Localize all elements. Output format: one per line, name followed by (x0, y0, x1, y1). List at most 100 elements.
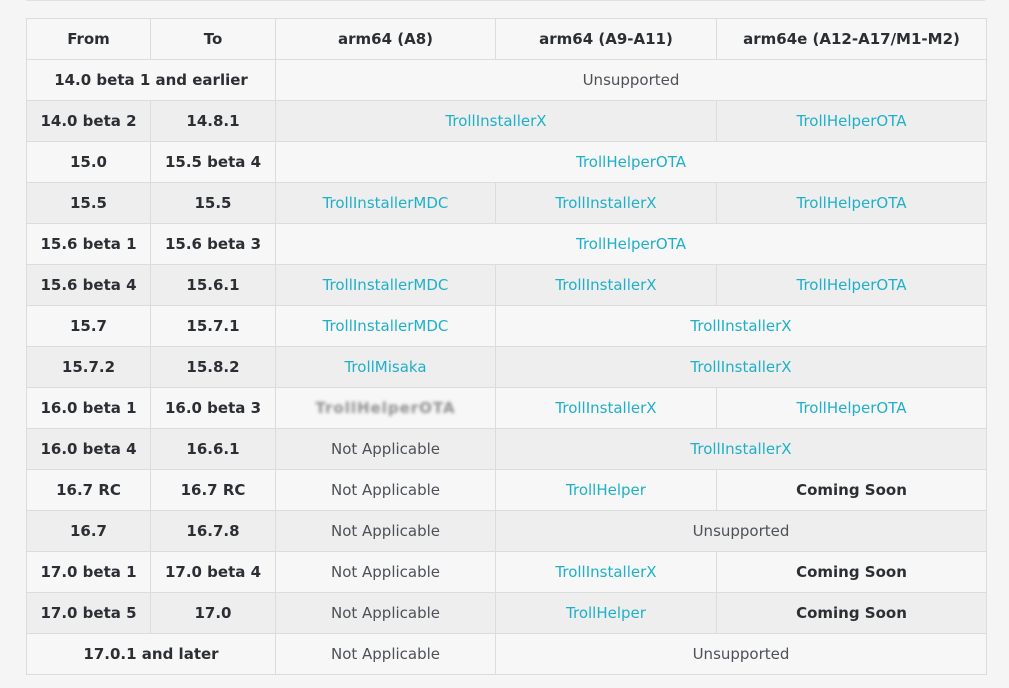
tool-link[interactable]: TrollInstallerX (555, 399, 656, 417)
tool-link[interactable]: TrollHelperOTA (576, 153, 686, 171)
tool-link[interactable]: TrollHelperOTA (797, 276, 907, 294)
tool-cell: TrollHelperOTA (716, 182, 987, 224)
tool-cell: TrollInstallerMDC (275, 182, 496, 224)
from-cell: 17.0 beta 5 (26, 592, 151, 634)
tool-cell: TrollInstallerX (495, 305, 987, 347)
status-cell: Not Applicable (275, 551, 496, 593)
from-cell: 16.0 beta 4 (26, 428, 151, 470)
table-row: 16.0 beta 1 16.0 beta 3 TrollHelperOTA T… (26, 387, 987, 429)
tool-link[interactable]: TrollInstallerX (690, 440, 791, 458)
from-cell: 15.0 (26, 141, 151, 183)
to-cell: 15.7.1 (150, 305, 276, 347)
to-cell: 15.5 (150, 182, 276, 224)
table-row: 16.0 beta 4 16.6.1 Not Applicable TrollI… (26, 428, 987, 470)
tool-cell: TrollInstallerX (275, 100, 717, 142)
from-cell: 15.6 beta 1 (26, 223, 151, 265)
to-cell: 16.7 RC (150, 469, 276, 511)
from-cell: 14.0 beta 2 (26, 100, 151, 142)
table-row: 14.0 beta 1 and earlier Unsupported (26, 59, 987, 101)
table-row: 15.5 15.5 TrollInstallerMDC TrollInstall… (26, 182, 987, 224)
table-row: 15.7.2 15.8.2 TrollMisaka TrollInstaller… (26, 346, 987, 388)
to-cell: 17.0 (150, 592, 276, 634)
tool-cell: TrollInstallerX (495, 264, 717, 306)
to-cell: 15.5 beta 4 (150, 141, 276, 183)
tool-cell: TrollInstallerX (495, 428, 987, 470)
from-cell: 15.6 beta 4 (26, 264, 151, 306)
status-cell: Not Applicable (275, 428, 496, 470)
top-divider (26, 0, 985, 1)
tool-cell: TrollInstallerMDC (275, 305, 496, 347)
tool-link[interactable]: TrollInstallerX (690, 317, 791, 335)
from-cell: 16.7 (26, 510, 151, 552)
table-row: 17.0 beta 5 17.0 Not Applicable TrollHel… (26, 592, 987, 634)
tool-link[interactable]: TrollInstallerX (690, 358, 791, 376)
tool-cell: TrollMisaka (275, 346, 496, 388)
tool-cell: TrollInstallerX (495, 551, 717, 593)
status-cell: Not Applicable (275, 469, 496, 511)
header-to: To (150, 18, 276, 60)
coming-soon-cell: Coming Soon (716, 469, 987, 511)
table-row: 16.7 16.7.8 Not Applicable Unsupported (26, 510, 987, 552)
table-row: 16.7 RC 16.7 RC Not Applicable TrollHelp… (26, 469, 987, 511)
tool-cell: TrollHelper (495, 592, 717, 634)
to-cell: 14.8.1 (150, 100, 276, 142)
to-cell: 17.0 beta 4 (150, 551, 276, 593)
tool-link[interactable]: TrollInstallerMDC (323, 276, 449, 294)
table-row: 15.6 beta 1 15.6 beta 3 TrollHelperOTA (26, 223, 987, 265)
tool-cell: TrollInstallerX (495, 346, 987, 388)
tool-cell: TrollHelperOTA (716, 264, 987, 306)
tool-link[interactable]: TrollHelperOTA (797, 399, 907, 417)
tool-link[interactable]: TrollHelper (566, 481, 646, 499)
status-cell: Not Applicable (275, 510, 496, 552)
table-row: 14.0 beta 2 14.8.1 TrollInstallerX Troll… (26, 100, 987, 142)
to-cell: 16.6.1 (150, 428, 276, 470)
status-cell: Unsupported (495, 633, 987, 675)
blurred-tool-cell: TrollHelperOTA (275, 387, 496, 429)
page: From To arm64 (A8) arm64 (A9-A11) arm64e… (0, 0, 1009, 688)
header-from: From (26, 18, 151, 60)
table-header-row: From To arm64 (A8) arm64 (A9-A11) arm64e… (26, 18, 987, 60)
header-arm64-a9-a11: arm64 (A9-A11) (495, 18, 717, 60)
tool-cell: TrollHelper (495, 469, 717, 511)
installation-support-table: From To arm64 (A8) arm64 (A9-A11) arm64e… (26, 18, 987, 675)
status-cell: Unsupported (275, 59, 987, 101)
coming-soon-cell: Coming Soon (716, 592, 987, 634)
tool-cell: TrollInstallerX (495, 182, 717, 224)
status-cell: Unsupported (495, 510, 987, 552)
tool-link[interactable]: TrollInstallerMDC (323, 194, 449, 212)
tool-cell: TrollHelperOTA (275, 223, 987, 265)
table-row: 15.0 15.5 beta 4 TrollHelperOTA (26, 141, 987, 183)
from-cell: 15.7.2 (26, 346, 151, 388)
tool-cell: TrollInstallerMDC (275, 264, 496, 306)
table-row: 17.0.1 and later Not Applicable Unsuppor… (26, 633, 987, 675)
status-cell: Not Applicable (275, 633, 496, 675)
tool-cell: TrollInstallerX (495, 387, 717, 429)
tool-link[interactable]: TrollHelperOTA (797, 112, 907, 130)
tool-cell: TrollHelperOTA (716, 387, 987, 429)
table-row: 15.7 15.7.1 TrollInstallerMDC TrollInsta… (26, 305, 987, 347)
tool-link[interactable]: TrollMisaka (344, 358, 426, 376)
coming-soon-cell: Coming Soon (716, 551, 987, 593)
to-cell: 15.6 beta 3 (150, 223, 276, 265)
table-row: 17.0 beta 1 17.0 beta 4 Not Applicable T… (26, 551, 987, 593)
from-cell: 16.7 RC (26, 469, 151, 511)
tool-link[interactable]: TrollInstallerX (555, 563, 656, 581)
table-row: 15.6 beta 4 15.6.1 TrollInstallerMDC Tro… (26, 264, 987, 306)
header-arm64-a8: arm64 (A8) (275, 18, 496, 60)
tool-link[interactable]: TrollInstallerX (555, 276, 656, 294)
tool-link[interactable]: TrollInstallerX (555, 194, 656, 212)
tool-link[interactable]: TrollHelperOTA (576, 235, 686, 253)
tool-cell: TrollHelperOTA (716, 100, 987, 142)
blurred-tool-text: TrollHelperOTA (315, 399, 456, 417)
from-cell: 17.0 beta 1 (26, 551, 151, 593)
version-range-cell: 14.0 beta 1 and earlier (26, 59, 276, 101)
to-cell: 16.7.8 (150, 510, 276, 552)
tool-link[interactable]: TrollInstallerMDC (323, 317, 449, 335)
to-cell: 15.6.1 (150, 264, 276, 306)
from-cell: 15.7 (26, 305, 151, 347)
status-cell: Not Applicable (275, 592, 496, 634)
tool-link[interactable]: TrollInstallerX (445, 112, 546, 130)
header-arm64e-a12-a17: arm64e (A12-A17/M1-M2) (716, 18, 987, 60)
tool-link[interactable]: TrollHelper (566, 604, 646, 622)
tool-link[interactable]: TrollHelperOTA (797, 194, 907, 212)
